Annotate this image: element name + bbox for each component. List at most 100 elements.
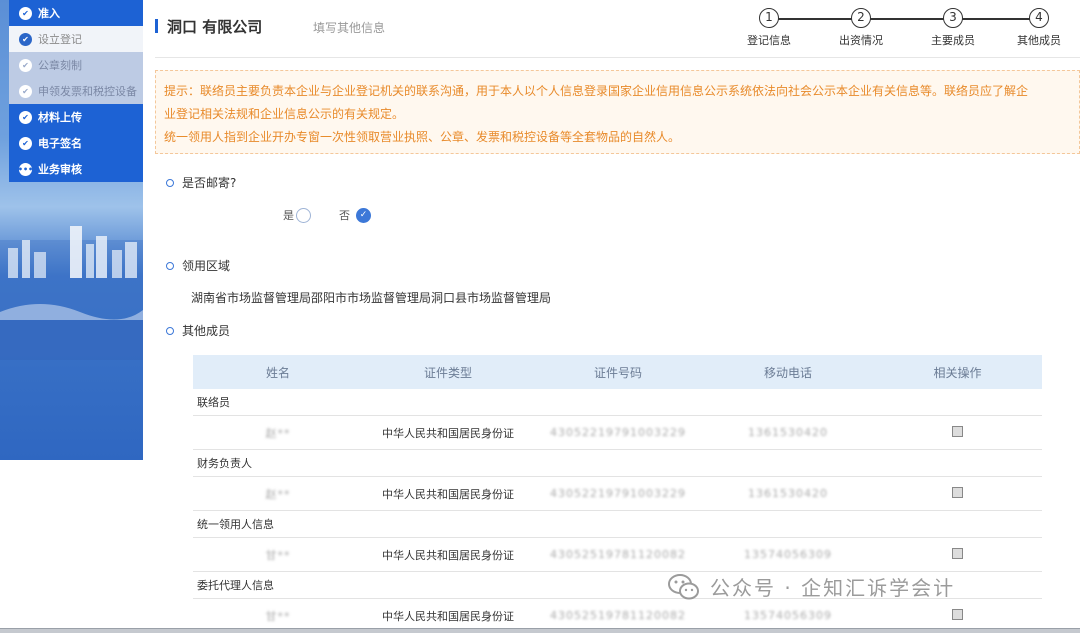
sidebar-item-seal[interactable]: ✔ 公章刻制	[9, 52, 143, 78]
check-circle-icon: ✔	[19, 6, 32, 20]
notice-line-1: 提示：联络员主要负责本企业与企业登记机关的联系沟通，用于本人以个人信息登录国家企…	[164, 84, 1029, 98]
edit-checkbox[interactable]	[952, 547, 963, 559]
column-header-phone: 移动电话	[763, 365, 812, 380]
step-2: 2 出资情况	[831, 8, 891, 48]
member-phone: 13574056309	[744, 609, 832, 622]
row-action	[873, 547, 1042, 562]
left-panel: ✔ 准入 ✔ 设立登记 ✔ 公章刻制 ✔ 申领发票和税控设备 ✔ 材料上传 ✔ 电子签名 •…	[0, 0, 143, 460]
row-action	[873, 425, 1042, 440]
sidebar-item-review[interactable]: ••• 业务审核	[9, 156, 143, 182]
members-section-title: 其他成员	[166, 322, 230, 339]
check-circle-icon: ✔	[19, 58, 32, 72]
sidebar-item-label: 材料上传	[38, 111, 82, 124]
member-phone: 13574056309	[744, 548, 832, 561]
row-action	[873, 486, 1042, 501]
bullet-circle-icon	[166, 261, 174, 270]
column-header-idno: 证件号码	[593, 365, 642, 380]
step-label: 出资情况	[839, 34, 883, 47]
edit-checkbox[interactable]	[952, 425, 963, 437]
watermark-text: 公众号 · 企知汇诉学会计	[710, 576, 956, 600]
check-circle-icon: ✔	[19, 136, 32, 150]
region-value: 湖南省市场监督管理局邵阳市市场监督管理局洞口县市场监督管理局	[191, 291, 552, 305]
sidebar-item-label: 电子签名	[38, 137, 82, 150]
table-header: 姓名 证件类型 证件号码 移动电话 相关操作	[193, 355, 1042, 389]
member-idtype: 中华人民共和国居民身份证	[382, 426, 514, 440]
member-name: 赵**	[265, 487, 291, 501]
column-header-idtype: 证件类型	[423, 365, 472, 380]
sidebar-item-upload[interactable]: ✔ 材料上传	[9, 104, 143, 130]
notice-line-3: 统一领用人指到企业开办专窗一次性领取营业执照、公章、发票和税控设备等全套物品的自…	[164, 130, 681, 144]
table-row: 甘** 中华人民共和国居民身份证 43052519781120082 13574…	[193, 538, 1042, 572]
step-label: 主要成员	[931, 34, 975, 47]
page-subtitle: 填写其他信息	[313, 21, 386, 35]
company-name: 洞口 有限公司	[167, 18, 263, 36]
member-phone: 1361530420	[748, 487, 828, 500]
step-number: 4	[1029, 8, 1049, 28]
sidebar-item-label: 公章刻制	[38, 59, 82, 72]
edit-checkbox[interactable]	[952, 486, 963, 498]
step-4: 4 其他成员	[1009, 8, 1069, 48]
region-section-title: 领用区域	[166, 257, 230, 274]
page-header: 洞口 有限公司 填写其他信息 1 登记信息 2 出资情况 3 主要成员 4 其他成员	[155, 0, 1080, 58]
member-phone: 1361530420	[748, 426, 828, 439]
progress-steps: 1 登记信息 2 出资情况 3 主要成员 4 其他成员	[739, 8, 1069, 48]
step-number: 1	[759, 8, 779, 28]
region-label: 领用区域	[182, 259, 231, 273]
bullet-circle-icon	[166, 178, 174, 187]
check-circle-icon: ✔	[19, 32, 32, 46]
member-idno: 43052219791003229	[550, 426, 686, 439]
group-title: 联络员	[193, 389, 1042, 416]
city-skyline-image	[0, 226, 143, 360]
mail-section-title: 是否邮寄?	[166, 174, 236, 191]
sidebar-item-label: 申领发票和税控设备	[38, 85, 137, 98]
sidebar-nav: ✔ 准入 ✔ 设立登记 ✔ 公章刻制 ✔ 申领发票和税控设备 ✔ 材料上传 ✔ 电子签名 •…	[9, 0, 143, 182]
step-1: 1 登记信息	[739, 8, 799, 48]
step-label: 其他成员	[1017, 34, 1061, 47]
radio-yes-label: 是	[283, 209, 294, 222]
radio-yes[interactable]	[296, 207, 311, 223]
mail-label: 是否邮寄?	[182, 176, 237, 190]
member-idtype: 中华人民共和国居民身份证	[382, 487, 514, 501]
taskbar	[0, 628, 1080, 633]
step-number: 3	[943, 8, 963, 28]
check-circle-icon: ✔	[19, 110, 32, 124]
row-action	[873, 608, 1042, 623]
step-label: 登记信息	[747, 34, 791, 47]
sidebar-item-establish[interactable]: ✔ 设立登记	[9, 26, 143, 52]
step-3: 3 主要成员	[923, 8, 983, 48]
member-idno: 43052519781120082	[550, 609, 686, 622]
watermark: 公众号 · 企知汇诉学会计	[668, 572, 955, 601]
member-name: 甘**	[265, 609, 291, 623]
member-idtype: 中华人民共和国居民身份证	[382, 548, 514, 562]
table-row: 赵** 中华人民共和国居民身份证 43052219791003229 13615…	[193, 477, 1042, 511]
table-row: 赵** 中华人民共和国居民身份证 43052219791003229 13615…	[193, 416, 1042, 450]
member-name: 甘**	[265, 548, 291, 562]
steps-connector-line	[769, 18, 1039, 20]
member-idno: 43052519781120082	[550, 548, 686, 561]
radio-no[interactable]: ✓	[356, 207, 371, 223]
members-label: 其他成员	[182, 324, 231, 338]
bullet-circle-icon	[166, 326, 174, 335]
notice-line-2: 业登记相关法规和企业信息公示的有关规定。	[164, 107, 405, 121]
edit-checkbox[interactable]	[952, 608, 963, 620]
sidebar-item-esign[interactable]: ✔ 电子签名	[9, 130, 143, 156]
wechat-icon	[668, 573, 699, 599]
member-idtype: 中华人民共和国居民身份证	[382, 609, 514, 623]
check-icon: ✓	[359, 210, 368, 220]
member-idno: 43052219791003229	[550, 487, 686, 500]
check-circle-icon: ✔	[19, 84, 32, 98]
sidebar-item-label: 业务审核	[38, 163, 82, 176]
sidebar-item-admission[interactable]: ✔ 准入	[9, 0, 143, 26]
step-number: 2	[851, 8, 871, 28]
group-title: 财务负责人	[193, 450, 1042, 477]
title-accent-bar	[155, 19, 158, 33]
sidebar-item-label: 准入	[38, 7, 60, 20]
radio-no-label: 否	[339, 209, 350, 222]
mail-radio-group: 是 否 ✓	[283, 207, 371, 223]
group-title: 统一领用人信息	[193, 511, 1042, 538]
sidebar-item-label: 设立登记	[38, 33, 82, 46]
sidebar-item-invoice[interactable]: ✔ 申领发票和税控设备	[9, 78, 143, 104]
notice-box: 提示：联络员主要负责本企业与企业登记机关的联系沟通，用于本人以个人信息登录国家企…	[155, 70, 1080, 154]
member-name: 赵**	[265, 426, 291, 440]
column-header-name: 姓名	[265, 365, 290, 380]
